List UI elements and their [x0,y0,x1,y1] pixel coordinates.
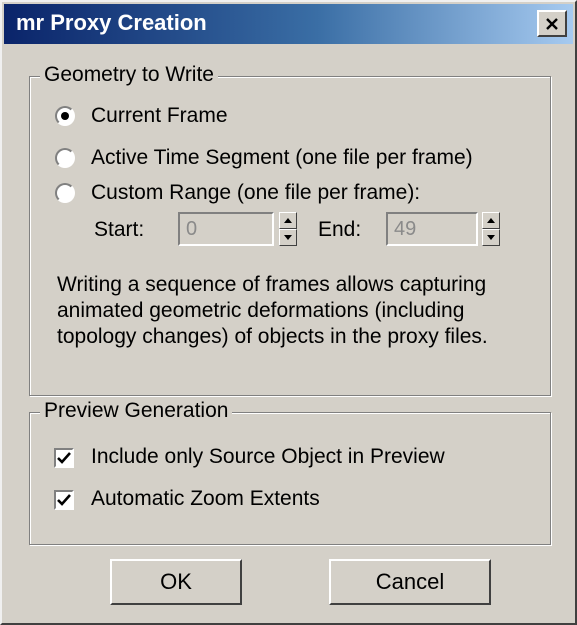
title-bar[interactable]: mr Proxy Creation [4,4,573,44]
spin-up-icon [487,218,495,223]
description-line: Writing a sequence of frames allows capt… [57,273,487,296]
radio-selected-dot [61,112,69,120]
ok-button[interactable]: OK [110,559,242,605]
start-spin-up[interactable] [279,212,297,229]
end-label: End: [318,218,362,241]
start-frame-spinner[interactable] [279,212,297,246]
current-frame-label[interactable]: Current Frame [91,103,228,129]
checkmark-icon [57,452,71,464]
end-spin-down[interactable] [482,229,500,246]
cancel-button[interactable]: Cancel [329,559,491,605]
custom-range-label[interactable]: Custom Range (one file per frame): [91,180,420,206]
active-time-segment-radio[interactable] [55,148,75,168]
include-source-label[interactable]: Include only Source Object in Preview [91,444,445,470]
start-spin-down[interactable] [279,229,297,246]
start-label: Start: [94,218,145,241]
spin-up-icon [284,218,292,223]
active-time-segment-label[interactable]: Active Time Segment (one file per frame) [91,145,473,171]
preview-legend: Preview Generation [40,398,233,424]
window-title: mr Proxy Creation [16,10,207,35]
preview-group: Preview Generation [29,398,551,545]
end-spin-up[interactable] [482,212,500,229]
start-frame-input[interactable]: 0 [178,212,274,246]
description-line: animated geometric deformations (includi… [57,299,465,322]
spin-down-icon [487,235,495,240]
include-source-checkbox[interactable] [54,448,74,468]
spin-down-icon [284,235,292,240]
custom-range-radio[interactable] [55,183,75,203]
geometry-legend: Geometry to Write [40,62,218,88]
frames-description: Writing a sequence of frames allows capt… [57,272,537,350]
zoom-extents-label[interactable]: Automatic Zoom Extents [91,486,320,512]
proxy-creation-dialog: mr Proxy Creation Geometry to Write Curr… [0,0,577,625]
close-button[interactable] [537,10,567,37]
close-icon [546,17,558,30]
checkmark-icon [57,494,71,506]
end-frame-spinner[interactable] [482,212,500,246]
zoom-extents-checkbox[interactable] [54,490,74,510]
description-line: topology changes) of objects in the prox… [57,325,488,348]
end-frame-input[interactable]: 49 [386,212,478,246]
current-frame-radio[interactable] [55,106,75,126]
